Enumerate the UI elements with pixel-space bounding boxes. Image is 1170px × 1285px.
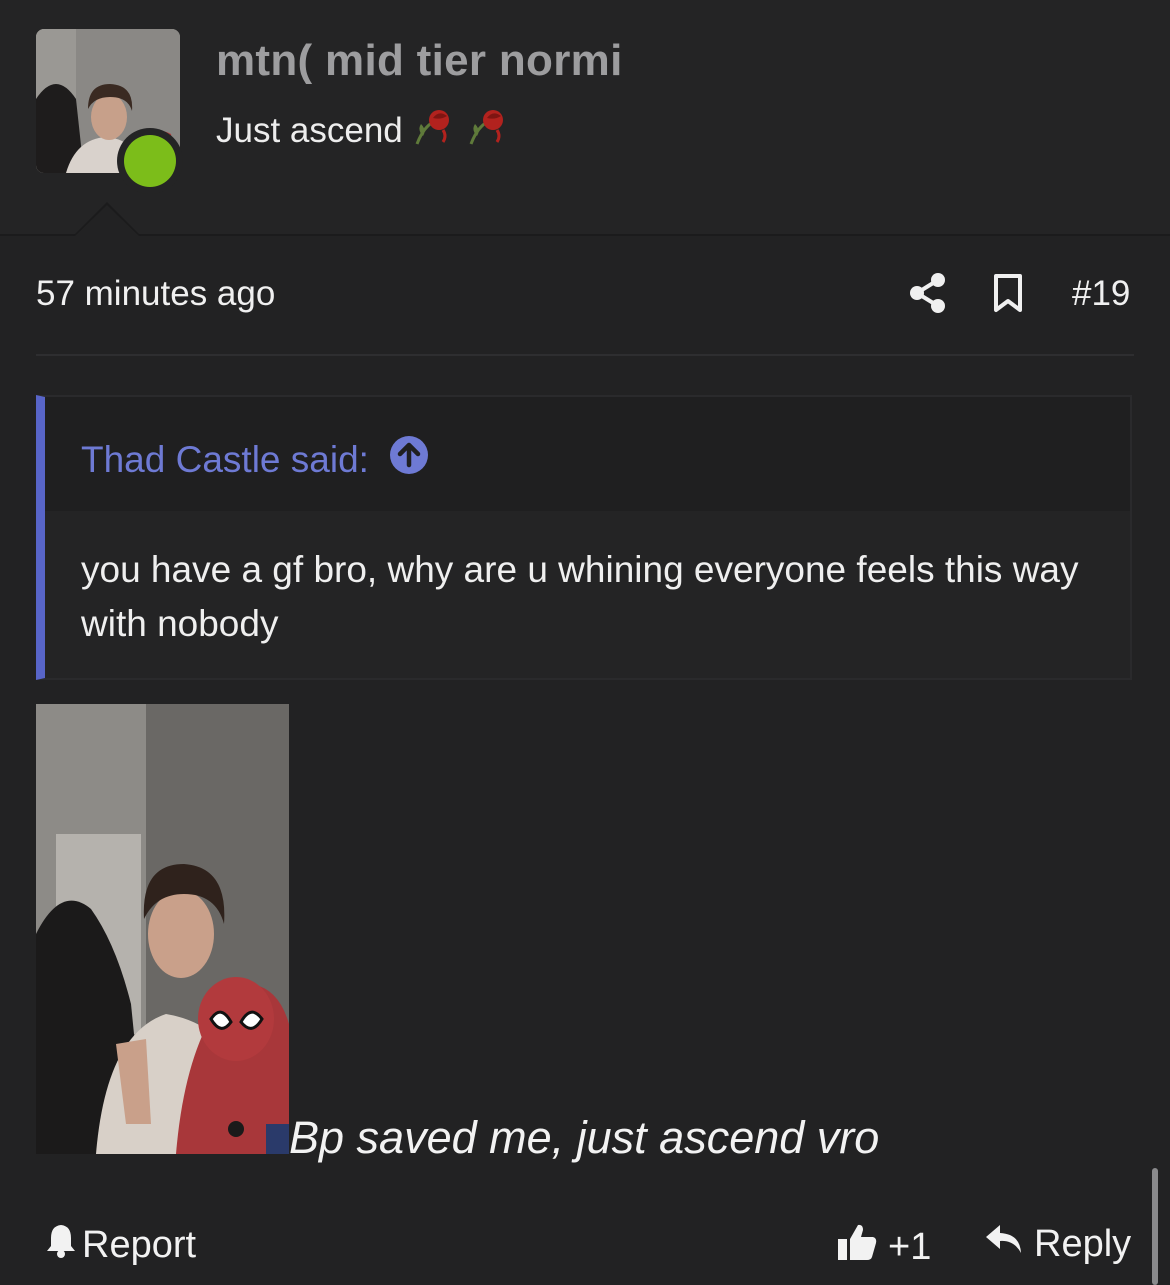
bell-icon bbox=[44, 1222, 78, 1268]
post-caption: Bp saved me, just ascend vro bbox=[289, 1112, 880, 1163]
quote-author[interactable]: Thad Castle said: bbox=[81, 435, 429, 484]
post-user-header: mtn( mid tier normi Just ascend bbox=[0, 0, 1170, 236]
online-status-indicator bbox=[124, 135, 176, 187]
wilted-rose-icon bbox=[413, 106, 457, 155]
post-page: mtn( mid tier normi Just ascend 57 minut… bbox=[0, 0, 1170, 1285]
share-icon[interactable] bbox=[908, 271, 948, 320]
wilted-rose-icon bbox=[467, 106, 511, 155]
bookmark-icon[interactable] bbox=[991, 273, 1025, 318]
user-title-text: Just ascend bbox=[216, 110, 403, 150]
meta-divider bbox=[36, 354, 1134, 356]
arrow-up-circle-icon[interactable] bbox=[389, 435, 429, 484]
user-title: Just ascend bbox=[216, 106, 511, 155]
like-button[interactable]: +1 bbox=[836, 1222, 931, 1272]
post-photo[interactable] bbox=[36, 704, 289, 1154]
header-pointer-inner bbox=[75, 205, 139, 236]
report-label[interactable]: Report bbox=[82, 1224, 196, 1267]
quote-author-text[interactable]: Thad Castle said: bbox=[81, 439, 369, 481]
reply-button[interactable]: Reply bbox=[984, 1222, 1131, 1266]
quote-body: you have a gf bro, why are u whining eve… bbox=[81, 549, 1079, 644]
like-count: +1 bbox=[888, 1225, 932, 1268]
scrollbar[interactable] bbox=[1152, 1168, 1158, 1285]
post-number-link[interactable]: #19 bbox=[1072, 274, 1130, 314]
thumbs-up-icon bbox=[836, 1222, 878, 1272]
username[interactable]: mtn( mid tier normi bbox=[216, 36, 623, 86]
report-button[interactable]: Report bbox=[44, 1222, 196, 1268]
reply-label[interactable]: Reply bbox=[1034, 1223, 1131, 1266]
quote-block: Thad Castle said: you have a gf bro, why… bbox=[36, 395, 1132, 680]
post-timestamp[interactable]: 57 minutes ago bbox=[36, 274, 275, 314]
reply-arrow-icon bbox=[984, 1222, 1024, 1266]
post-photo-image bbox=[36, 704, 289, 1154]
